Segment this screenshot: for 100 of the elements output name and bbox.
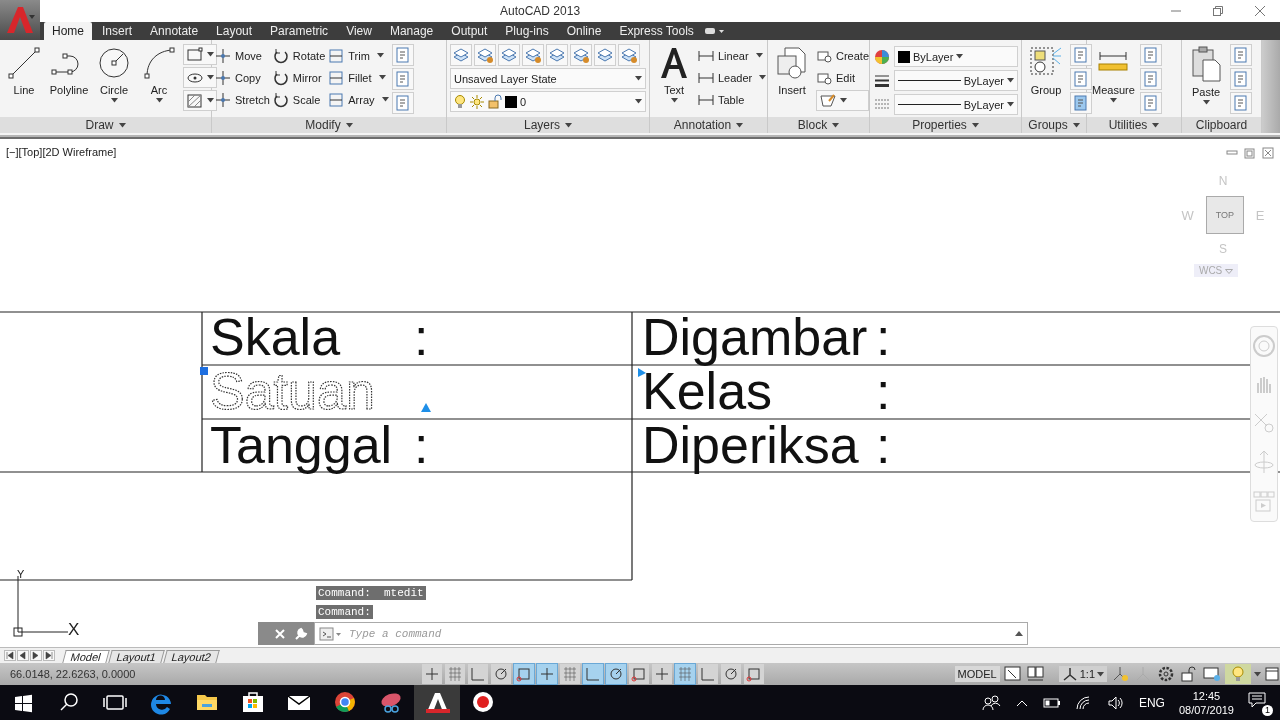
- restore-icon[interactable]: [1244, 147, 1256, 159]
- close-icon[interactable]: [1262, 147, 1274, 159]
- property-dropdown[interactable]: ByLayer: [894, 46, 1018, 67]
- layer-stack-icon[interactable]: [594, 44, 616, 66]
- clock[interactable]: 12:45 08/07/2019: [1178, 688, 1234, 717]
- ribbon-tool-button[interactable]: Fillet: [328, 68, 389, 87]
- ribbon-tool-button[interactable]: Leader: [698, 68, 767, 87]
- ribbon-tool-button[interactable]: Rotate: [272, 46, 326, 65]
- dropdown-arrow-icon[interactable]: [376, 53, 384, 58]
- ribbon-tab[interactable]: Annotate: [142, 22, 207, 40]
- dropdown-arrow-icon[interactable]: [1072, 122, 1080, 128]
- ribbon-tool-button[interactable]: Edit: [816, 68, 870, 87]
- ribbon-tool-button[interactable]: Table: [698, 90, 767, 109]
- panel-title[interactable]: Modify: [212, 117, 446, 133]
- drafting-toggle-icon[interactable]: [468, 664, 488, 684]
- dropdown-arrow-icon[interactable]: [956, 54, 964, 59]
- dropdown-arrow-icon[interactable]: [207, 98, 214, 103]
- drafting-toggle-icon[interactable]: [698, 664, 718, 684]
- ribbon-tool-button[interactable]: Move: [215, 46, 270, 65]
- drafting-toggle-icon[interactable]: [744, 664, 764, 684]
- padlock-icon[interactable]: [1179, 665, 1199, 683]
- dropdown-arrow-icon[interactable]: [207, 52, 214, 57]
- drafting-toggle-icon[interactable]: [560, 664, 580, 684]
- panel-title[interactable]: Annotation: [650, 117, 767, 133]
- split-button[interactable]: [183, 44, 217, 65]
- notification-button[interactable]: 1: [1248, 691, 1270, 714]
- layer-dropdown[interactable]: Unsaved Layer State: [450, 68, 646, 89]
- ribbon-tab[interactable]: Manage: [381, 22, 442, 40]
- drafting-toggle-icon[interactable]: [675, 664, 695, 684]
- split-button[interactable]: [816, 90, 870, 111]
- dropdown-arrow-icon[interactable]: [110, 98, 118, 103]
- panel-title[interactable]: Groups: [1022, 117, 1086, 133]
- drafting-toggle-icon[interactable]: [537, 664, 557, 684]
- dropdown-arrow-icon[interactable]: [207, 75, 214, 80]
- layer-stack-icon[interactable]: [522, 44, 544, 66]
- wrench-icon[interactable]: [294, 626, 308, 641]
- dropdown-arrow-icon[interactable]: [345, 122, 353, 128]
- ribbon-tool-button[interactable]: Create: [816, 46, 870, 65]
- cad-app-icon[interactable]: [414, 685, 460, 720]
- ribbon-tool-button[interactable]: Group: [1025, 44, 1067, 98]
- panel-title[interactable]: Clipboard: [1182, 117, 1261, 133]
- people-icon[interactable]: [980, 692, 1001, 713]
- layer-stack-icon[interactable]: [546, 44, 568, 66]
- layer-stack-icon[interactable]: [498, 44, 520, 66]
- prompt-icon[interactable]: [319, 626, 343, 641]
- layout-view-icon[interactable]: [1002, 665, 1023, 683]
- close-icon[interactable]: [1254, 5, 1266, 17]
- split-button[interactable]: [183, 67, 217, 88]
- viewport-label[interactable]: [−][Top][2D Wireframe]: [6, 146, 117, 158]
- ribbon-tool-button[interactable]: Insert: [771, 44, 813, 98]
- dropdown-arrow-icon[interactable]: [670, 98, 678, 103]
- settings-icon[interactable]: [1156, 665, 1176, 683]
- grip[interactable]: [638, 368, 646, 377]
- drafting-toggle-icon[interactable]: [652, 664, 672, 684]
- drafting-toggle-icon[interactable]: [629, 664, 649, 684]
- ribbon-tool-button[interactable]: Measure: [1090, 44, 1137, 105]
- speaker-icon[interactable]: [1106, 694, 1125, 711]
- drafting-toggle-icon[interactable]: [491, 664, 511, 684]
- battery-icon[interactable]: [1042, 695, 1061, 710]
- drafting-toggle-icon[interactable]: [445, 664, 465, 684]
- ribbon-tool-button[interactable]: Trim: [328, 46, 389, 65]
- minimize-ribbon-icon[interactable]: [703, 26, 726, 36]
- drafting-toggle-icon[interactable]: [721, 664, 741, 684]
- layout-tab[interactable]: Layout1: [108, 650, 165, 663]
- dropdown-arrow-icon[interactable]: [840, 98, 847, 103]
- panel-title[interactable]: Block: [768, 117, 869, 133]
- command-input[interactable]: Type a command: [347, 626, 1011, 641]
- layout-view-icon[interactable]: [1025, 665, 1046, 683]
- ribbon-tool-button[interactable]: Line: [3, 44, 45, 98]
- ribbon-tool-button[interactable]: Mirror: [272, 68, 326, 87]
- clean-screen-icon[interactable]: [1264, 665, 1280, 683]
- grip[interactable]: [200, 367, 208, 375]
- grip[interactable]: [421, 403, 431, 412]
- ribbon-tab[interactable]: Plug-ins: [497, 22, 557, 40]
- dropdown-arrow-icon[interactable]: [565, 122, 572, 128]
- color-wheel-icon[interactable]: [873, 47, 891, 66]
- dropdown-arrow-icon[interactable]: [381, 97, 389, 102]
- dropdown-arrow-icon[interactable]: [759, 75, 767, 80]
- ribbon-tool-button[interactable]: Stretch: [215, 90, 270, 109]
- ribbon-tab[interactable]: View: [338, 22, 380, 40]
- ribbon-tab[interactable]: Home: [44, 22, 92, 42]
- dropdown-arrow-icon[interactable]: [1202, 100, 1210, 105]
- language-indicator[interactable]: ENG: [1138, 695, 1165, 710]
- restore-icon[interactable]: [1212, 5, 1224, 17]
- panel-title[interactable]: Draw: [0, 117, 211, 133]
- ribbon-tool-button[interactable]: Arc: [138, 44, 180, 105]
- dropdown-arrow-icon[interactable]: [832, 122, 840, 128]
- annotation-scale-button[interactable]: 1:1: [1058, 666, 1107, 682]
- dropdown-arrow-icon[interactable]: [1007, 78, 1014, 83]
- ribbon-tab[interactable]: Online: [558, 22, 610, 40]
- tab-navigation-arrows-icon[interactable]: [4, 650, 56, 661]
- ribbon-tool-button[interactable]: Array: [328, 90, 389, 109]
- history-arrow-icon[interactable]: [1015, 631, 1023, 636]
- dropdown-arrow-icon[interactable]: [635, 99, 642, 104]
- ribbon-tool-button[interactable]: Scale: [272, 90, 326, 109]
- view-cube[interactable]: TOP: [1205, 196, 1244, 234]
- ribbon-tab[interactable]: Layout: [208, 22, 261, 40]
- dropdown-arrow-icon[interactable]: [736, 122, 744, 128]
- command-line-handle[interactable]: [258, 622, 314, 645]
- minimize-icon[interactable]: [1226, 147, 1238, 157]
